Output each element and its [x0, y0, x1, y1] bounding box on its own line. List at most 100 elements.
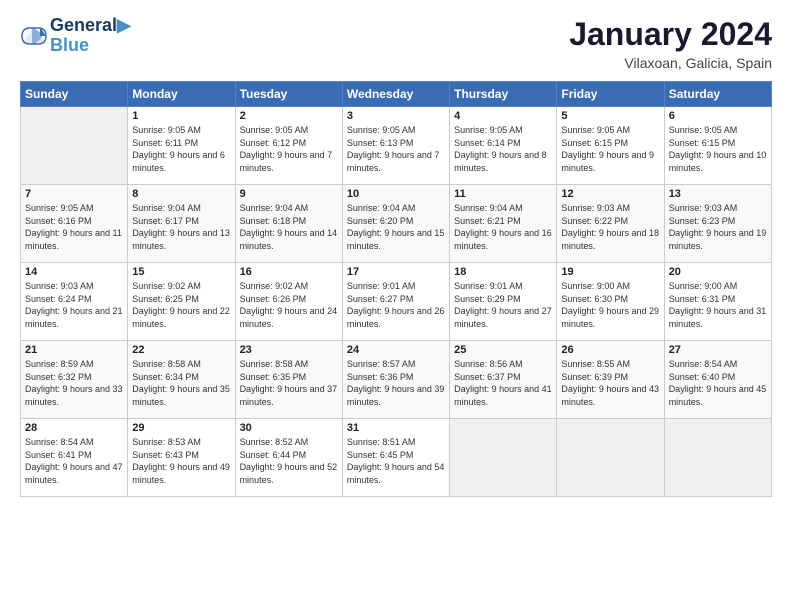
day-number: 1 [132, 110, 230, 122]
calendar-cell: 26 Sunrise: 8:55 AM Sunset: 6:39 PM Dayl… [557, 341, 664, 419]
sunrise-label: Sunrise: 8:53 AM [132, 437, 201, 447]
logo-icon [20, 22, 48, 50]
day-number: 5 [561, 110, 659, 122]
day-number: 12 [561, 188, 659, 200]
day-info: Sunrise: 9:05 AM Sunset: 6:12 PM Dayligh… [240, 124, 338, 174]
daylight-label: Daylight: 9 hours and 11 minutes. [25, 228, 122, 251]
day-number: 17 [347, 266, 445, 278]
day-info: Sunrise: 8:55 AM Sunset: 6:39 PM Dayligh… [561, 358, 659, 408]
calendar-cell: 25 Sunrise: 8:56 AM Sunset: 6:37 PM Dayl… [450, 341, 557, 419]
calendar-cell: 28 Sunrise: 8:54 AM Sunset: 6:41 PM Dayl… [21, 419, 128, 497]
sunrise-label: Sunrise: 8:54 AM [669, 359, 738, 369]
day-number: 8 [132, 188, 230, 200]
daylight-label: Daylight: 9 hours and 54 minutes. [347, 462, 445, 485]
daylight-label: Daylight: 9 hours and 19 minutes. [669, 228, 767, 251]
daylight-label: Daylight: 9 hours and 27 minutes. [454, 306, 552, 329]
day-info: Sunrise: 9:05 AM Sunset: 6:15 PM Dayligh… [669, 124, 767, 174]
calendar-cell: 7 Sunrise: 9:05 AM Sunset: 6:16 PM Dayli… [21, 185, 128, 263]
sunset-label: Sunset: 6:26 PM [240, 294, 307, 304]
day-info: Sunrise: 9:03 AM Sunset: 6:23 PM Dayligh… [669, 202, 767, 252]
sunrise-label: Sunrise: 9:01 AM [347, 281, 416, 291]
day-info: Sunrise: 9:00 AM Sunset: 6:30 PM Dayligh… [561, 280, 659, 330]
daylight-label: Daylight: 9 hours and 41 minutes. [454, 384, 552, 407]
sunrise-label: Sunrise: 9:02 AM [132, 281, 201, 291]
sunrise-label: Sunrise: 9:05 AM [132, 125, 201, 135]
sunset-label: Sunset: 6:24 PM [25, 294, 92, 304]
daylight-label: Daylight: 9 hours and 18 minutes. [561, 228, 659, 251]
calendar-cell: 13 Sunrise: 9:03 AM Sunset: 6:23 PM Dayl… [664, 185, 771, 263]
sunset-label: Sunset: 6:35 PM [240, 372, 307, 382]
day-info: Sunrise: 9:04 AM Sunset: 6:17 PM Dayligh… [132, 202, 230, 252]
sunset-label: Sunset: 6:22 PM [561, 216, 628, 226]
calendar-cell: 22 Sunrise: 8:58 AM Sunset: 6:34 PM Dayl… [128, 341, 235, 419]
col-monday: Monday [128, 82, 235, 107]
day-info: Sunrise: 8:54 AM Sunset: 6:40 PM Dayligh… [669, 358, 767, 408]
calendar-cell: 23 Sunrise: 8:58 AM Sunset: 6:35 PM Dayl… [235, 341, 342, 419]
sunset-label: Sunset: 6:17 PM [132, 216, 199, 226]
daylight-label: Daylight: 9 hours and 45 minutes. [669, 384, 767, 407]
day-number: 29 [132, 422, 230, 434]
sunset-label: Sunset: 6:39 PM [561, 372, 628, 382]
sunrise-label: Sunrise: 8:58 AM [132, 359, 201, 369]
daylight-label: Daylight: 9 hours and 33 minutes. [25, 384, 123, 407]
sunrise-label: Sunrise: 9:05 AM [347, 125, 416, 135]
daylight-label: Daylight: 9 hours and 10 minutes. [669, 150, 767, 173]
sunrise-label: Sunrise: 8:55 AM [561, 359, 630, 369]
daylight-label: Daylight: 9 hours and 7 minutes. [347, 150, 440, 173]
day-info: Sunrise: 9:02 AM Sunset: 6:26 PM Dayligh… [240, 280, 338, 330]
sunrise-label: Sunrise: 9:04 AM [347, 203, 416, 213]
calendar-cell: 29 Sunrise: 8:53 AM Sunset: 6:43 PM Dayl… [128, 419, 235, 497]
sunset-label: Sunset: 6:15 PM [561, 138, 628, 148]
day-number: 3 [347, 110, 445, 122]
calendar-cell [557, 419, 664, 497]
daylight-label: Daylight: 9 hours and 14 minutes. [240, 228, 338, 251]
day-info: Sunrise: 9:05 AM Sunset: 6:16 PM Dayligh… [25, 202, 123, 252]
sunset-label: Sunset: 6:43 PM [132, 450, 199, 460]
calendar-cell: 27 Sunrise: 8:54 AM Sunset: 6:40 PM Dayl… [664, 341, 771, 419]
day-info: Sunrise: 9:05 AM Sunset: 6:13 PM Dayligh… [347, 124, 445, 174]
calendar-week-row: 28 Sunrise: 8:54 AM Sunset: 6:41 PM Dayl… [21, 419, 772, 497]
sunrise-label: Sunrise: 9:04 AM [454, 203, 523, 213]
sunrise-label: Sunrise: 9:05 AM [25, 203, 94, 213]
sunset-label: Sunset: 6:44 PM [240, 450, 307, 460]
daylight-label: Daylight: 9 hours and 52 minutes. [240, 462, 338, 485]
sunset-label: Sunset: 6:18 PM [240, 216, 307, 226]
day-number: 13 [669, 188, 767, 200]
sunset-label: Sunset: 6:32 PM [25, 372, 92, 382]
day-number: 18 [454, 266, 552, 278]
calendar-cell: 10 Sunrise: 9:04 AM Sunset: 6:20 PM Dayl… [342, 185, 449, 263]
calendar-cell: 14 Sunrise: 9:03 AM Sunset: 6:24 PM Dayl… [21, 263, 128, 341]
day-number: 9 [240, 188, 338, 200]
sunset-label: Sunset: 6:40 PM [669, 372, 736, 382]
day-info: Sunrise: 9:05 AM Sunset: 6:14 PM Dayligh… [454, 124, 552, 174]
calendar-cell: 16 Sunrise: 9:02 AM Sunset: 6:26 PM Dayl… [235, 263, 342, 341]
sunset-label: Sunset: 6:30 PM [561, 294, 628, 304]
day-number: 30 [240, 422, 338, 434]
day-info: Sunrise: 8:58 AM Sunset: 6:35 PM Dayligh… [240, 358, 338, 408]
sunrise-label: Sunrise: 9:03 AM [669, 203, 738, 213]
calendar-cell: 8 Sunrise: 9:04 AM Sunset: 6:17 PM Dayli… [128, 185, 235, 263]
day-info: Sunrise: 8:56 AM Sunset: 6:37 PM Dayligh… [454, 358, 552, 408]
calendar-cell [21, 107, 128, 185]
daylight-label: Daylight: 9 hours and 6 minutes. [132, 150, 225, 173]
day-info: Sunrise: 9:04 AM Sunset: 6:18 PM Dayligh… [240, 202, 338, 252]
calendar-cell: 2 Sunrise: 9:05 AM Sunset: 6:12 PM Dayli… [235, 107, 342, 185]
day-info: Sunrise: 8:58 AM Sunset: 6:34 PM Dayligh… [132, 358, 230, 408]
sunset-label: Sunset: 6:41 PM [25, 450, 92, 460]
daylight-label: Daylight: 9 hours and 35 minutes. [132, 384, 230, 407]
daylight-label: Daylight: 9 hours and 24 minutes. [240, 306, 338, 329]
calendar-cell: 4 Sunrise: 9:05 AM Sunset: 6:14 PM Dayli… [450, 107, 557, 185]
sunset-label: Sunset: 6:31 PM [669, 294, 736, 304]
day-number: 2 [240, 110, 338, 122]
col-thursday: Thursday [450, 82, 557, 107]
sunset-label: Sunset: 6:37 PM [454, 372, 521, 382]
sunrise-label: Sunrise: 9:05 AM [669, 125, 738, 135]
calendar-table: Sunday Monday Tuesday Wednesday Thursday… [20, 81, 772, 497]
calendar-cell: 1 Sunrise: 9:05 AM Sunset: 6:11 PM Dayli… [128, 107, 235, 185]
daylight-label: Daylight: 9 hours and 43 minutes. [561, 384, 659, 407]
sunrise-label: Sunrise: 8:51 AM [347, 437, 416, 447]
calendar-cell: 6 Sunrise: 9:05 AM Sunset: 6:15 PM Dayli… [664, 107, 771, 185]
daylight-label: Daylight: 9 hours and 39 minutes. [347, 384, 445, 407]
sunrise-label: Sunrise: 8:56 AM [454, 359, 523, 369]
sunrise-label: Sunrise: 8:57 AM [347, 359, 416, 369]
